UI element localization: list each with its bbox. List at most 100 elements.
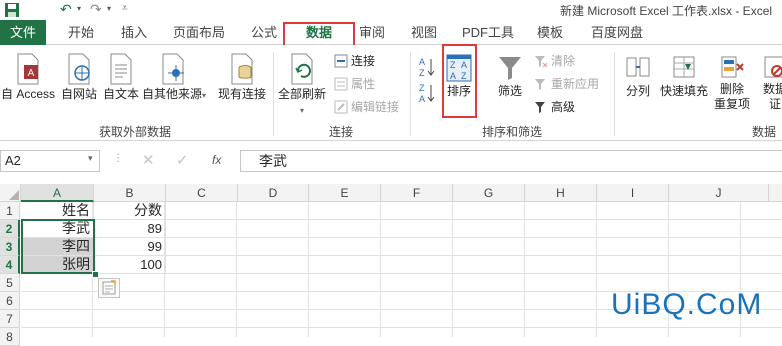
from-text-button[interactable]: 自文本 [102,53,140,102]
properties-icon [334,77,348,90]
redo-dropdown-icon[interactable]: ▾ [107,4,111,13]
cell-b3[interactable]: 99 [94,238,166,256]
from-text-label: 自文本 [102,87,139,101]
from-access-label: 自 Access [0,87,55,101]
formula-input[interactable]: 李武 [240,150,782,172]
column-header-e[interactable]: E [309,184,381,202]
tab-baidu-netdisk[interactable]: 百度网盘 [582,20,652,45]
edit-links-button[interactable]: 编辑链接 [334,98,399,115]
text-to-columns-button[interactable]: 分列 [620,54,656,99]
from-web-label: 自网站 [60,87,97,101]
ribbon-separator [410,52,411,136]
data-validation-button[interactable]: 数据证 [755,54,782,112]
clear-filter-label: 清除 [551,54,576,68]
customize-qat-icon[interactable]: ⩡ [122,3,128,14]
tab-file[interactable]: 文件 [0,20,46,45]
refresh-all-dropdown-icon: ▾ [299,106,304,115]
redo-icon[interactable]: ↷ [90,1,102,18]
data-validation-label-2: 证 [768,97,781,111]
cell-a1[interactable]: 姓名 [21,202,94,220]
text-to-columns-label: 分列 [625,84,650,98]
flash-fill-button[interactable]: 快速填充 [658,54,710,99]
column-header-h[interactable]: H [525,184,597,202]
undo-icon[interactable]: ↶ [60,1,72,18]
row-header-6[interactable]: 6 [0,292,20,310]
row-header-5[interactable]: 5 [0,274,20,292]
save-icon[interactable] [4,2,20,18]
tab-review[interactable]: 审阅 [350,20,394,45]
row-header-3[interactable]: 3 [0,238,20,256]
row-header-1[interactable]: 1 [0,202,20,220]
access-icon: A [17,53,39,85]
from-other-sources-dropdown-icon: ▾ [202,91,207,100]
svg-text:A: A [28,68,35,79]
row-header-7[interactable]: 7 [0,310,20,328]
tab-insert[interactable]: 插入 [112,20,156,45]
tab-view[interactable]: 视图 [402,20,446,45]
connections-button[interactable]: 连接 [334,52,375,69]
from-other-sources-button[interactable]: 自其他来源▾ [142,53,207,102]
row-header-2[interactable]: 2 [0,220,20,238]
cancel-entry-icon[interactable]: ✕ [142,151,155,169]
column-header-i[interactable]: I [597,184,669,202]
connections-label: 连接 [351,54,376,68]
name-box[interactable]: A2 [0,150,100,172]
existing-connections-button[interactable]: 现有连接 [214,53,270,102]
enter-entry-icon[interactable]: ✓ [176,151,189,169]
row-header-4[interactable]: 4 [0,256,20,274]
filter-button[interactable]: 筛选 [492,54,528,99]
svg-text:Z: Z [419,68,425,78]
from-access-button[interactable]: A 自 Access [0,53,56,102]
remove-duplicates-button[interactable]: 删除 重复项 [712,54,752,112]
refresh-all-button[interactable]: 全部刷新 ▾ [276,53,328,116]
clear-filter-icon [535,55,548,67]
existing-connections-label: 现有连接 [217,87,266,101]
undo-dropdown-icon[interactable]: ▾ [77,4,81,13]
connections-icon [334,54,348,67]
formula-bar-resize-icon[interactable]: ⋮ [113,153,123,164]
column-header-c[interactable]: C [166,184,238,202]
quick-analysis-button[interactable] [98,278,120,298]
from-web-button[interactable]: 自网站 [58,53,100,102]
properties-button[interactable]: 属性 [334,75,375,92]
refresh-all-label: 全部刷新 [277,87,326,101]
clear-filter-button[interactable]: 清除 [534,52,575,69]
name-box-dropdown-icon[interactable]: ▾ [88,153,93,164]
column-header-d[interactable]: D [238,184,309,202]
other-sources-icon [162,53,184,85]
tab-home[interactable]: 开始 [58,20,104,45]
tab-page-layout[interactable]: 页面布局 [166,20,232,45]
insert-function-icon[interactable]: fx [212,153,221,167]
sort-descending-icon[interactable]: ZA [418,82,436,104]
cell-b2[interactable]: 89 [94,220,166,238]
flash-fill-label: 快速填充 [659,84,708,98]
remove-duplicates-label-2: 重复项 [713,97,750,111]
select-all-corner[interactable] [0,184,21,202]
tab-templates[interactable]: 模板 [528,20,572,45]
ribbon-separator [614,52,615,136]
column-header-k[interactable] [769,184,782,202]
reapply-button[interactable]: 重新应用 [534,75,599,92]
cell-b1[interactable]: 分数 [94,202,166,220]
advanced-filter-button[interactable]: 高级 [534,98,575,115]
select-all-icon [9,190,19,200]
remove-duplicates-icon [721,56,744,78]
group-label-connections: 连接 [328,125,353,139]
window-title: 新建 Microsoft Excel 工作表.xlsx - Excel [560,4,773,18]
advanced-filter-icon [535,101,545,113]
tab-pdf-tools[interactable]: PDF工具 [456,20,520,45]
selection-border [21,219,95,274]
data-validation-icon [764,56,782,78]
ribbon-separator [273,52,274,136]
tab-formulas[interactable]: 公式 [242,20,286,45]
column-header-g[interactable]: G [453,184,525,202]
column-header-a[interactable]: A [21,184,94,202]
fill-handle[interactable] [92,271,99,278]
sort-ascending-icon[interactable]: AZ [418,56,436,78]
cell-b4[interactable]: 100 [94,256,166,274]
column-header-f[interactable]: F [381,184,453,202]
row-header-8[interactable]: 8 [0,328,20,346]
column-header-j[interactable]: J [669,184,769,202]
svg-text:Z: Z [419,83,425,93]
column-header-b[interactable]: B [94,184,166,202]
